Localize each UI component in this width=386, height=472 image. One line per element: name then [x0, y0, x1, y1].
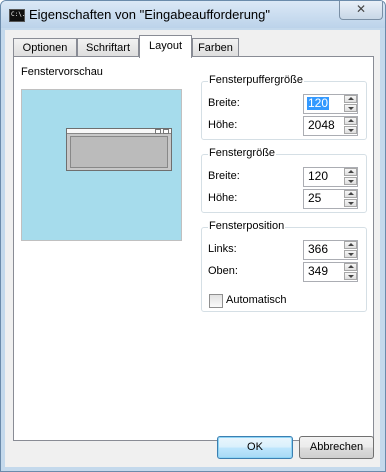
group-title: Fensterpuffergröße: [208, 74, 304, 86]
tab-optionen[interactable]: Optionen: [13, 38, 77, 57]
buffer-size-group: Fensterpuffergröße Breite: 120 Höhe: 204…: [201, 74, 367, 140]
decrement-arrow-icon[interactable]: [344, 250, 357, 258]
window-width-spinner[interactable]: 120: [303, 167, 358, 187]
preview-window-body: [70, 136, 168, 168]
console-icon-text: C:\.: [11, 11, 26, 18]
window-size-group: Fenstergröße Breite: 120 Höhe: 25: [201, 147, 367, 213]
tab-label: Optionen: [22, 42, 68, 54]
close-button[interactable]: ✕: [339, 1, 383, 20]
tab-layout[interactable]: Layout: [139, 35, 192, 58]
automatic-checkbox-label[interactable]: Automatisch: [226, 294, 287, 306]
buffer-width-spinner[interactable]: 120: [303, 94, 358, 114]
title-bar[interactable]: C:\. Eigenschaften von "Eingabeaufforder…: [1, 1, 385, 28]
position-top-spinner[interactable]: 349: [303, 262, 358, 282]
window-height-value[interactable]: 25: [307, 192, 322, 205]
window-width-value[interactable]: 120: [307, 170, 329, 183]
buffer-height-spinner[interactable]: 2048: [303, 116, 358, 136]
position-left-label: Links:: [208, 243, 237, 255]
spinner-arrows: [344, 241, 357, 259]
spinner-arrows: [344, 117, 357, 135]
position-top-label: Oben:: [208, 265, 238, 277]
position-top-value[interactable]: 349: [307, 265, 329, 278]
dialog-client-area: Optionen Schriftart Layout Farben Fenste…: [5, 30, 380, 467]
preview-label: Fenstervorschau: [21, 66, 103, 78]
decrement-arrow-icon[interactable]: [344, 126, 357, 134]
spinner-arrows: [344, 168, 357, 186]
window-title: Eigenschaften von "Eingabeaufforderung": [29, 7, 271, 22]
increment-arrow-icon[interactable]: [344, 95, 357, 103]
window-height-spinner[interactable]: 25: [303, 189, 358, 209]
group-title: Fenstergröße: [208, 147, 277, 159]
properties-dialog: C:\. Eigenschaften von "Eingabeaufforder…: [0, 0, 386, 472]
increment-arrow-icon[interactable]: [344, 168, 357, 176]
buffer-height-label: Höhe:: [208, 119, 238, 131]
preview-window-button: [163, 129, 169, 134]
buffer-height-value[interactable]: 2048: [307, 119, 336, 132]
cancel-button[interactable]: Abbrechen: [299, 436, 374, 459]
tab-schriftart[interactable]: Schriftart: [77, 38, 139, 57]
decrement-arrow-icon[interactable]: [344, 272, 357, 280]
position-left-value[interactable]: 366: [307, 243, 329, 256]
window-position-group: Fensterposition Links: 366 Oben: 349 Aut…: [201, 220, 367, 312]
console-icon: C:\.: [9, 9, 25, 22]
buffer-width-label: Breite:: [208, 97, 240, 109]
window-preview: [21, 89, 182, 241]
tab-farben[interactable]: Farben: [192, 38, 239, 57]
automatic-checkbox[interactable]: [209, 294, 223, 308]
increment-arrow-icon[interactable]: [344, 117, 357, 125]
decrement-arrow-icon[interactable]: [344, 177, 357, 185]
close-icon: ✕: [355, 2, 367, 16]
spinner-arrows: [344, 190, 357, 208]
tab-label: Layout: [148, 40, 183, 52]
decrement-arrow-icon[interactable]: [344, 199, 357, 207]
buffer-width-value[interactable]: 120: [307, 97, 330, 110]
position-left-spinner[interactable]: 366: [303, 240, 358, 260]
increment-arrow-icon[interactable]: [344, 263, 357, 271]
group-title: Fensterposition: [208, 220, 286, 232]
spinner-arrows: [344, 263, 357, 281]
tab-label: Farben: [198, 42, 233, 54]
preview-window-button: [155, 129, 161, 134]
preview-window-titlebar: [67, 129, 171, 134]
window-height-label: Höhe:: [208, 192, 238, 204]
ok-button[interactable]: OK: [217, 436, 293, 459]
spinner-arrows: [344, 95, 357, 113]
increment-arrow-icon[interactable]: [344, 241, 357, 249]
decrement-arrow-icon[interactable]: [344, 104, 357, 112]
layout-tab-panel: Fenstervorschau Fensterpuffergröße Breit…: [13, 56, 374, 441]
window-width-label: Breite:: [208, 170, 240, 182]
increment-arrow-icon[interactable]: [344, 190, 357, 198]
preview-window-icon: [66, 128, 172, 171]
tab-label: Schriftart: [85, 42, 130, 54]
